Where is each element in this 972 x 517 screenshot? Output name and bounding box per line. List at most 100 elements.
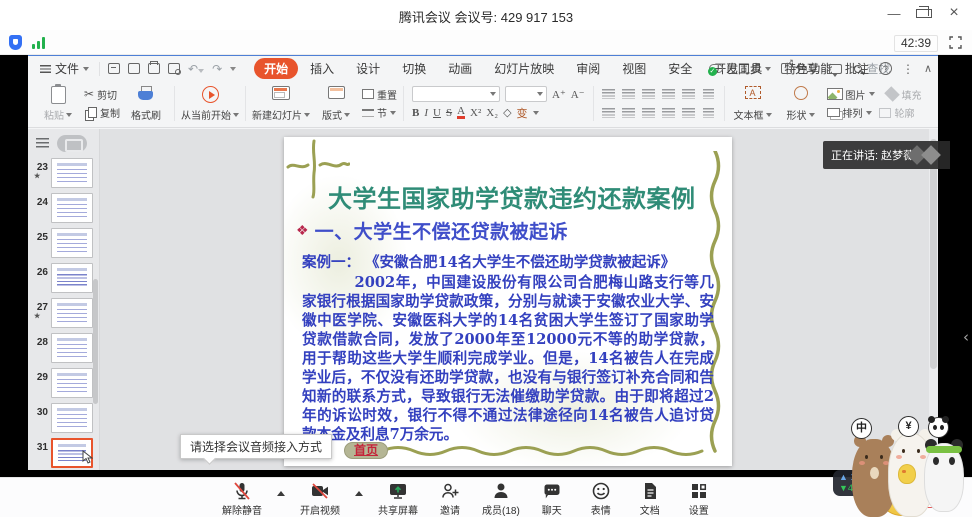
video-panel-collapse-chevron[interactable]: ‹ <box>963 328 969 346</box>
settings-button[interactable]: 设置 <box>682 481 716 517</box>
underline-button[interactable]: U <box>433 107 441 119</box>
reactions-button[interactable]: 表情 <box>584 481 618 517</box>
current-slide[interactable]: 大学生国家助学贷款违约还款案例 ❖ 一、大学生不偿还贷款被起诉 案例一： 《安徽… <box>284 137 732 466</box>
slide-thumbnail[interactable] <box>51 193 93 223</box>
columns-icon[interactable] <box>703 108 714 118</box>
start-video-button[interactable]: 开启视频 <box>300 481 340 517</box>
paste-button[interactable]: 粘贴 <box>34 83 82 124</box>
italic-button[interactable]: I <box>424 107 428 119</box>
new-slide-button[interactable]: 新建幻灯片 <box>250 83 312 124</box>
restore-button[interactable] <box>916 6 932 21</box>
text-direction-icon[interactable] <box>703 89 714 99</box>
format-painter-button[interactable]: 格式刷 <box>122 83 170 124</box>
superscript-button[interactable]: X² <box>470 107 481 119</box>
unmute-button[interactable]: 解除静音 <box>222 481 262 517</box>
bullets-icon[interactable] <box>602 89 615 99</box>
home-link[interactable]: 首页 <box>344 442 388 459</box>
print-preview-icon[interactable] <box>168 63 180 74</box>
copy-button[interactable]: 复制 <box>84 105 120 120</box>
section-button[interactable]: 节 <box>362 105 397 120</box>
tab-animation[interactable]: 动画 <box>438 58 482 79</box>
textbox-button[interactable]: A 文本框 <box>729 83 777 124</box>
justify-icon[interactable] <box>662 108 675 118</box>
slide-thumb-25[interactable]: 25 <box>28 228 99 263</box>
share-screen-button[interactable]: 共享屏幕 <box>378 481 418 517</box>
slide-thumb-30[interactable]: 30 <box>28 403 99 438</box>
slide-thumbnail[interactable] <box>51 438 93 468</box>
chat-button[interactable]: 聊天 <box>535 481 569 517</box>
tab-security[interactable]: 安全 <box>658 58 702 79</box>
help-icon[interactable]: ? <box>879 62 892 75</box>
outline-button[interactable]: 轮廓 <box>879 105 915 120</box>
slide-thumbnail[interactable] <box>51 228 93 258</box>
share-button[interactable]: 分享 <box>781 60 819 77</box>
tab-home[interactable]: 开始 <box>254 58 298 79</box>
print-icon[interactable] <box>148 63 160 74</box>
strikethrough-button[interactable]: S <box>446 107 452 119</box>
redo-icon[interactable]: ↷ <box>212 62 222 76</box>
reset-button[interactable]: 重置 <box>362 87 397 102</box>
font-size-select[interactable] <box>505 86 547 102</box>
slide-thumbnail[interactable] <box>51 368 93 398</box>
decrease-indent-icon[interactable] <box>642 89 655 99</box>
participant-badge-zhong[interactable]: 中 <box>851 418 872 439</box>
slide-view-icon[interactable] <box>57 135 87 152</box>
video-options-caret[interactable] <box>355 491 363 496</box>
arrange-button[interactable]: 排列 <box>827 105 872 120</box>
docs-button[interactable]: 文档 <box>633 481 667 517</box>
slide-thumb-29[interactable]: 29 <box>28 368 99 403</box>
tab-transition[interactable]: 切换 <box>392 58 436 79</box>
slide-thumb-28[interactable]: 28 <box>28 333 99 368</box>
minimize-button[interactable]: — <box>886 6 902 21</box>
fullscreen-icon[interactable] <box>949 36 962 49</box>
slide-thumb-23[interactable]: 23★ <box>28 158 99 193</box>
vertical-scrollbar-thumb[interactable] <box>930 139 937 369</box>
mic-options-caret[interactable] <box>277 491 285 496</box>
participant-badge-yen[interactable]: ¥ <box>898 416 919 437</box>
slide-thumb-24[interactable]: 24 <box>28 193 99 228</box>
text-effects-button[interactable]: 变 <box>517 105 528 121</box>
invite-button[interactable]: 邀请 <box>433 481 467 517</box>
network-signal-icon[interactable] <box>32 37 48 49</box>
outline-view-icon[interactable] <box>36 138 49 149</box>
increase-font-icon[interactable]: A⁺ <box>552 88 566 101</box>
cut-button[interactable]: ✂剪切 <box>84 87 120 102</box>
align-left-icon[interactable] <box>602 108 615 118</box>
tab-review[interactable]: 审阅 <box>566 58 610 79</box>
subscript-button[interactable]: X₂ <box>486 107 498 119</box>
fill-button[interactable]: 填充 <box>884 87 922 102</box>
picture-button[interactable]: 图片 <box>827 87 875 102</box>
numbering-icon[interactable] <box>622 89 635 99</box>
slide-thumb-31-selected[interactable]: 31 <box>28 438 99 473</box>
customize-toolbar-caret-icon[interactable] <box>230 67 236 71</box>
align-center-icon[interactable] <box>622 108 635 118</box>
slide-thumbnail[interactable] <box>51 158 93 188</box>
shapes-button[interactable]: 形状 <box>777 83 825 124</box>
panel-scrollbar[interactable] <box>93 279 98 404</box>
more-options-icon[interactable]: ⋮ <box>902 62 914 76</box>
slide-thumbnail[interactable] <box>51 333 93 363</box>
file-menu[interactable]: 文件 <box>34 60 95 77</box>
line-spacing-icon[interactable] <box>682 89 695 99</box>
shield-icon[interactable] <box>9 35 22 50</box>
participant-badge-panda[interactable] <box>928 417 949 438</box>
slide-thumb-27[interactable]: 27★ <box>28 298 99 333</box>
close-button[interactable]: × <box>946 4 962 22</box>
decrease-font-icon[interactable]: A⁻ <box>571 88 585 101</box>
layout-button[interactable]: 版式 <box>312 83 360 124</box>
clear-format-button[interactable]: ◇ <box>503 106 511 119</box>
font-name-select[interactable] <box>412 86 500 102</box>
font-color-button[interactable]: A <box>457 106 465 119</box>
undo-icon[interactable]: ↶ <box>188 62 204 76</box>
save-icon[interactable] <box>108 63 120 74</box>
sticker-panda-video-tile[interactable] <box>924 438 964 512</box>
comment-button[interactable]: 批注 <box>829 60 869 77</box>
bold-button[interactable]: B <box>412 107 419 119</box>
play-from-current-button[interactable]: 从当前开始 <box>179 83 241 124</box>
tab-design[interactable]: 设计 <box>346 58 390 79</box>
slide-thumb-26[interactable]: 26 <box>28 263 99 298</box>
members-button[interactable]: 成员(18) <box>482 481 520 517</box>
slide-thumbnail[interactable] <box>51 298 93 328</box>
slide-thumbnail[interactable] <box>51 403 93 433</box>
distribute-icon[interactable] <box>682 108 695 118</box>
